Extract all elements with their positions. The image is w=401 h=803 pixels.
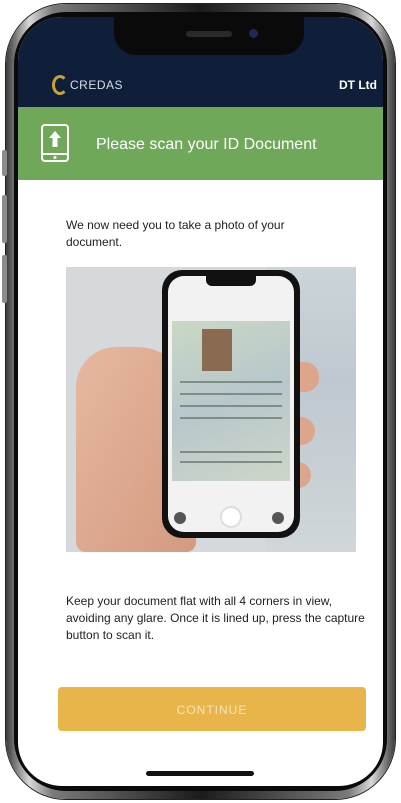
notch — [114, 17, 304, 55]
volume-up-button — [2, 195, 7, 243]
upload-phone-icon — [41, 124, 69, 162]
id-text-line — [180, 381, 282, 383]
id-text-line — [180, 417, 282, 419]
id-text-line — [180, 405, 282, 407]
flip-camera-icon — [272, 512, 284, 524]
id-portrait — [202, 329, 232, 371]
scanning-phone — [162, 270, 300, 538]
scanning-phone-notch — [206, 276, 256, 286]
speaker — [186, 31, 232, 37]
scanning-phone-screen — [168, 276, 294, 532]
intro-text: We now need you to take a photo of your … — [66, 218, 285, 249]
credas-logo: CREDAS — [52, 75, 123, 95]
id-text-line — [180, 393, 282, 395]
instructions-text: Keep your document flat with all 4 corne… — [66, 594, 365, 642]
logo-mark-icon — [52, 75, 68, 95]
mute-switch — [2, 150, 7, 176]
phone-screen: CREDAS DT Ltd Please scan your ID Docume… — [18, 17, 383, 786]
organisation-name: DT Ltd — [339, 78, 377, 92]
id-mrz-line — [180, 461, 282, 463]
volume-down-button — [2, 255, 7, 303]
front-camera — [249, 29, 258, 38]
logo-text: CREDAS — [70, 78, 124, 92]
home-indicator[interactable] — [146, 771, 254, 776]
id-document — [172, 321, 290, 481]
id-mrz-line — [180, 451, 282, 453]
step-banner: Please scan your ID Document — [18, 107, 383, 180]
phone-scanning-id-photo — [66, 267, 356, 552]
capture-button-icon — [220, 506, 242, 528]
continue-button[interactable]: CONTINUE — [58, 687, 366, 731]
banner-title: Please scan your ID Document — [96, 136, 317, 153]
close-icon — [174, 512, 186, 524]
